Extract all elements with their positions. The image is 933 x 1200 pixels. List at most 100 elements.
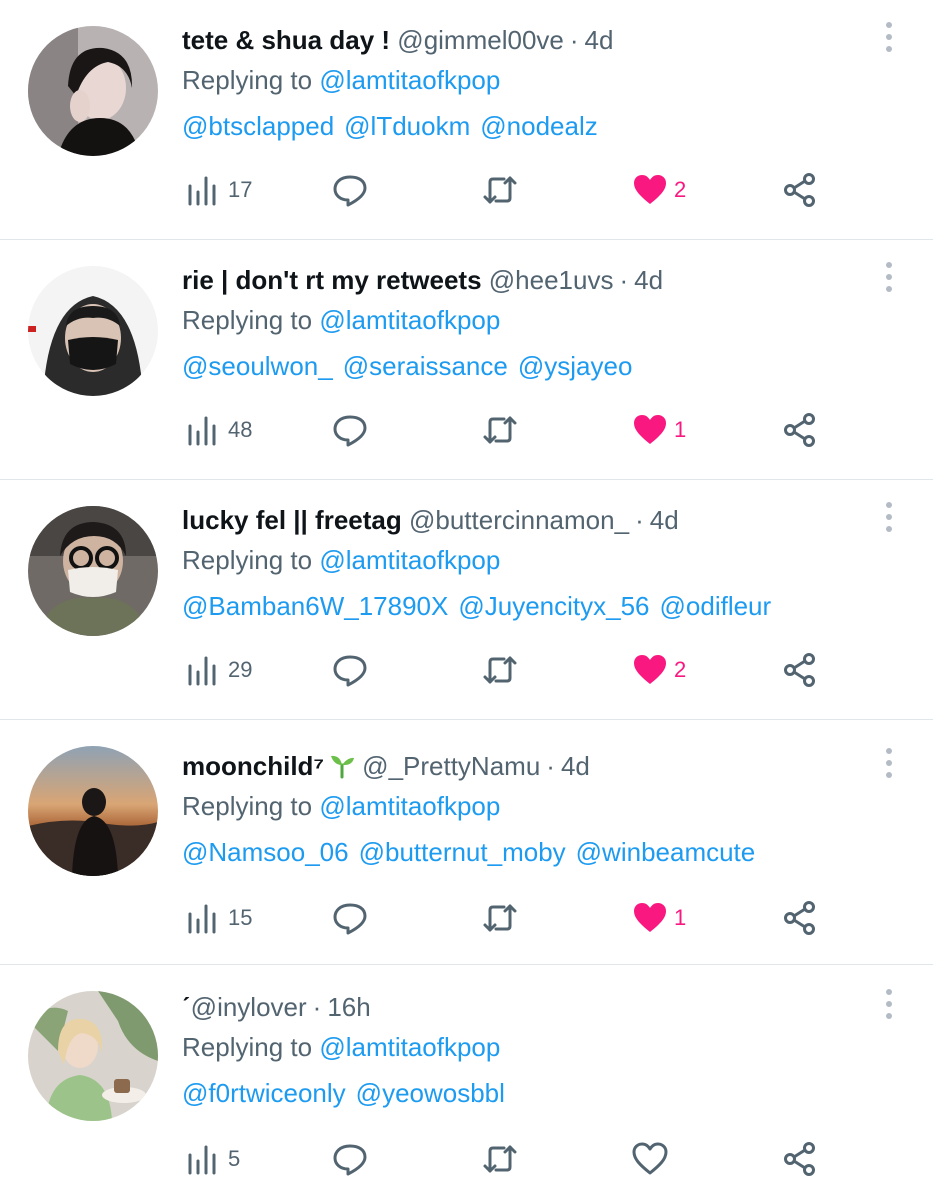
mention-link[interactable]: @seraissance [343,351,508,381]
mention-link[interactable]: @ysjayeo [518,351,633,381]
more-vertical-icon[interactable] [883,502,895,536]
mention-link[interactable]: @Bamban6W_17890X [182,591,448,621]
share-nodes-icon [784,413,815,447]
user-handle[interactable]: @inylover [191,992,307,1022]
reply-button[interactable] [332,410,368,450]
mention-link[interactable]: @Juyencityx_56 [458,591,649,621]
timestamp[interactable]: 16h [327,992,370,1022]
reply-button[interactable] [332,1139,368,1179]
retweet-arrows-icon [483,656,517,684]
speech-bubble-icon [333,1144,367,1176]
mention-link[interactable]: @winbeamcute [576,837,756,867]
retweet-button[interactable] [482,170,518,210]
tweet-item[interactable]: ˊ@inylover · 16h Replying to @lamtitaofkpo… [0,965,933,1200]
share-nodes-icon [784,653,815,687]
replying-to-handle[interactable]: @lamtitaofkpop [319,65,500,95]
tweet-text: @Bamban6W_17890X @Juyencityx_56 @odifleur [182,588,863,624]
analytics-bar-icon [188,1145,216,1175]
display-name[interactable]: lucky fel || freetag [182,505,402,535]
share-button[interactable] [782,898,818,938]
tweet-text: @seoulwon_ @seraissance @ysjayeo [182,348,863,384]
like-button[interactable]: 1 [632,410,686,450]
tweet-text: @f0rtwiceonly @yeowosbbl [182,1075,863,1111]
mention-link[interactable]: @Namsoo_06 [182,837,349,867]
replying-to-line: Replying to @lamtitaofkpop [182,788,863,824]
mention-link[interactable]: @butternut_moby [359,837,566,867]
more-vertical-icon[interactable] [883,748,895,782]
reply-button[interactable] [332,650,368,690]
replying-to-handle[interactable]: @lamtitaofkpop [319,1032,500,1062]
views-button[interactable]: 5 [186,1139,240,1179]
like-button[interactable]: 2 [632,170,686,210]
avatar[interactable] [28,991,158,1121]
tweet-item[interactable]: lucky fel || freetag @buttercinnamon_ · 4d… [0,480,933,720]
views-button[interactable]: 48 [186,410,252,450]
more-vertical-icon[interactable] [883,989,895,1023]
user-handle[interactable]: @_PrettyNamu [362,751,540,781]
display-name[interactable]: tete & shua day ! [182,25,390,55]
replying-to-label: Replying to [182,791,313,821]
views-button[interactable]: 15 [186,898,252,938]
share-button[interactable] [782,170,818,210]
analytics-bar-icon [188,176,216,206]
reply-button[interactable] [332,898,368,938]
avatar[interactable] [28,746,158,876]
more-vertical-icon[interactable] [883,262,895,296]
display-name[interactable]: moonchild⁷ [182,751,324,781]
analytics-bar-icon [188,416,216,446]
heart-outline-icon [632,1142,668,1175]
share-nodes-icon [784,173,815,207]
views-button[interactable]: 29 [186,650,252,690]
retweet-button[interactable] [482,410,518,450]
replying-to-label: Replying to [182,65,313,95]
mention-link[interactable]: @f0rtwiceonly [182,1078,346,1108]
retweet-button[interactable] [482,1139,518,1179]
like-button[interactable]: 2 [632,650,686,690]
views-button[interactable]: 17 [186,170,252,210]
user-handle[interactable]: @hee1uvs [489,265,614,295]
separator-dot: · [312,992,322,1022]
share-button[interactable] [782,1139,818,1179]
retweet-button[interactable] [482,898,518,938]
views-count: 5 [228,1146,241,1171]
share-button[interactable] [782,650,818,690]
avatar[interactable] [28,506,158,636]
separator-dot: · [546,751,555,781]
mention-link[interactable]: @seoulwon_ [182,351,333,381]
retweet-arrows-icon [483,1145,517,1173]
tweet-item[interactable]: rie | don't rt my retweets @hee1uvs · 4d R… [0,240,933,480]
tweet-item[interactable]: tete & shua day ! @gimmel00ve · 4d Replyin… [0,0,933,240]
display-name[interactable]: rie | don't rt my retweets [182,265,482,295]
mention-link[interactable]: @btsclapped [182,111,334,141]
action-bar: 29 2 [186,650,836,690]
avatar[interactable] [28,266,158,396]
replying-to-line: Replying to @lamtitaofkpop [182,1029,863,1065]
avatar[interactable] [28,26,158,156]
timestamp[interactable]: 4d [585,25,614,55]
user-handle[interactable]: @gimmel00ve [397,25,564,55]
display-name[interactable]: ˊ [182,992,191,1022]
timestamp[interactable]: 4d [634,265,663,295]
mention-link[interactable]: @lTduokm [344,111,470,141]
separator-dot: · [619,265,629,295]
more-vertical-icon[interactable] [883,22,895,56]
replying-to-handle[interactable]: @lamtitaofkpop [319,791,500,821]
heart-filled-icon [634,655,666,684]
timestamp[interactable]: 4d [650,505,679,535]
heart-filled-icon [634,415,666,444]
tweet-item[interactable]: moonchild⁷ @_PrettyNamu · 4d Replying to @l… [0,720,933,965]
timestamp[interactable]: 4d [561,751,590,781]
like-button[interactable] [632,1139,668,1179]
replying-to-handle[interactable]: @lamtitaofkpop [319,545,500,575]
user-handle[interactable]: @buttercinnamon_ [409,505,629,535]
mention-link[interactable]: @odifleur [660,591,772,621]
replying-to-handle[interactable]: @lamtitaofkpop [319,305,500,335]
like-button[interactable]: 1 [632,898,686,938]
mention-link[interactable]: @yeowosbbl [356,1078,505,1108]
retweet-button[interactable] [482,650,518,690]
analytics-bar-icon [188,904,216,934]
reply-button[interactable] [332,170,368,210]
mention-link[interactable]: @nodealz [480,111,597,141]
share-button[interactable] [782,410,818,450]
likes-count: 1 [674,905,687,930]
